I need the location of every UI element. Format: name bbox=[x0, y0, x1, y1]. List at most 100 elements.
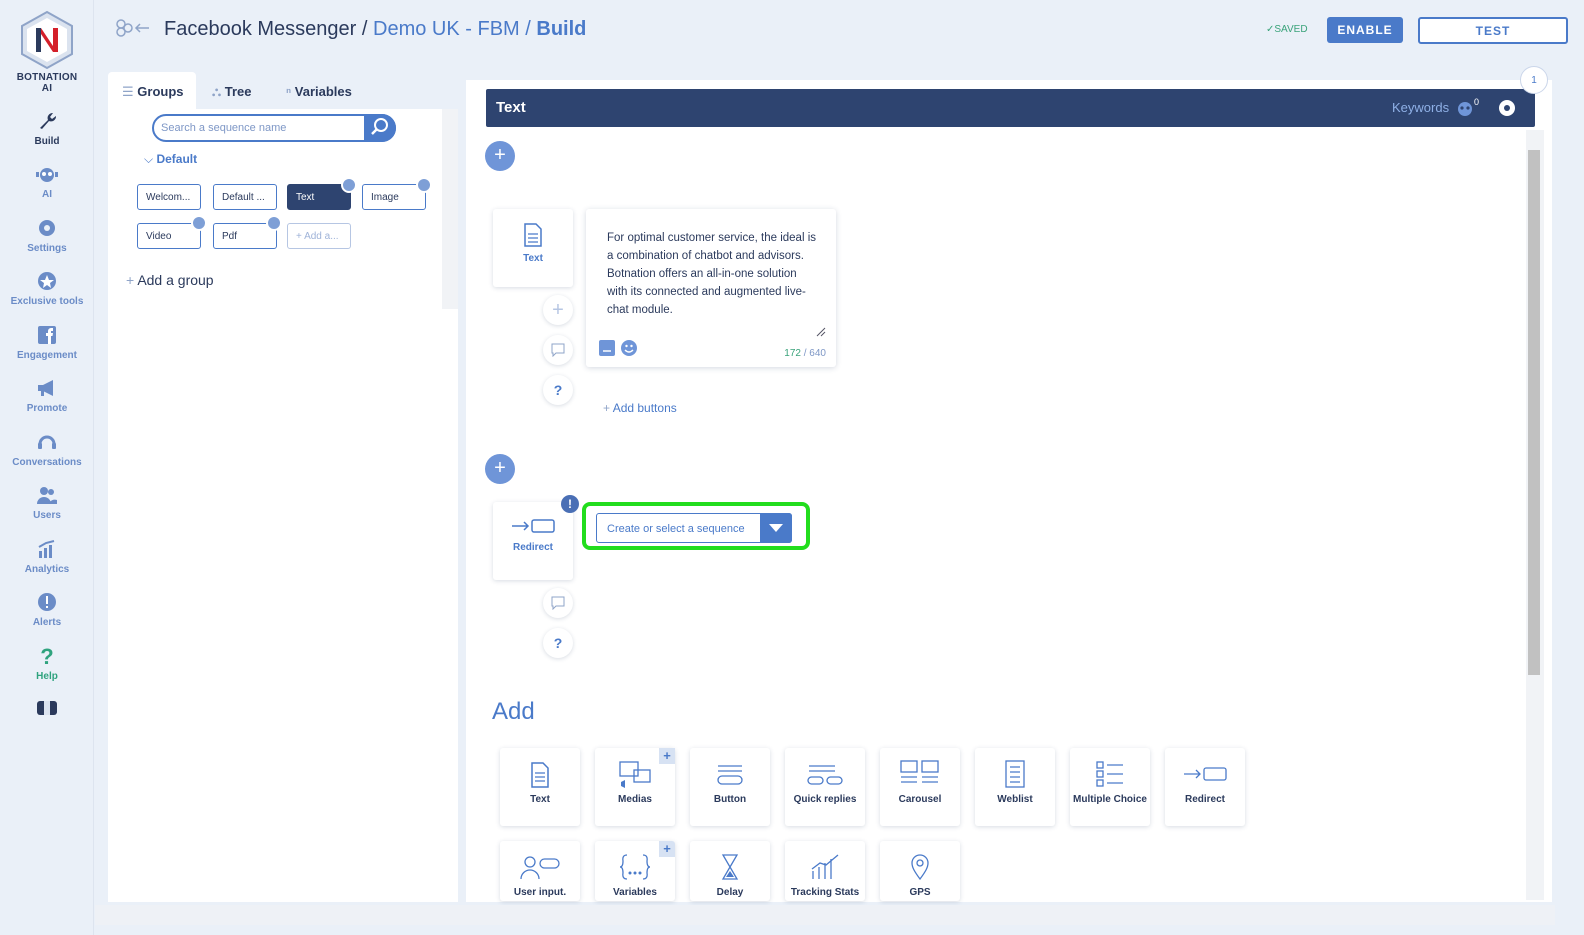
theme-toggle-icon bbox=[37, 701, 57, 715]
add-gps-tile[interactable]: GPS bbox=[880, 841, 960, 901]
breadcrumb-sep: / bbox=[525, 18, 531, 40]
nav-alerts[interactable]: Alerts bbox=[0, 591, 94, 628]
message-text[interactable]: For optimal customer service, the ideal … bbox=[607, 229, 819, 319]
expand-plus-icon[interactable]: + bbox=[659, 841, 675, 857]
add-buttons-link[interactable]: + Add buttons bbox=[603, 401, 677, 415]
group-header-default[interactable]: ⌵ Default bbox=[144, 152, 197, 167]
save-status-label: SAVED bbox=[1274, 24, 1308, 35]
media-icon bbox=[619, 761, 651, 788]
add-tracking-stats-tile[interactable]: Tracking Stats bbox=[785, 841, 865, 901]
scrollbar-thumb[interactable] bbox=[1528, 150, 1540, 675]
sequence-chip[interactable]: Welcom... bbox=[137, 184, 201, 210]
tile-label: Multiple Choice bbox=[1073, 794, 1147, 805]
save-status: ✓SAVED bbox=[1266, 24, 1308, 35]
comment-button[interactable] bbox=[543, 588, 573, 618]
sequence-select[interactable]: Create or select a sequence bbox=[596, 513, 792, 543]
document-icon bbox=[531, 762, 549, 788]
tile-label: Medias bbox=[618, 794, 652, 805]
nav-exclusive-tools[interactable]: Exclusive tools bbox=[0, 270, 94, 307]
add-redirect-tile[interactable]: Redirect bbox=[1165, 748, 1245, 826]
add-medias-tile[interactable]: + Medias bbox=[595, 748, 675, 826]
nav-engagement[interactable]: Engagement bbox=[0, 324, 94, 361]
star-icon bbox=[38, 272, 56, 290]
add-variables-tile[interactable]: + Variables bbox=[595, 841, 675, 901]
comment-button[interactable] bbox=[543, 335, 573, 365]
back-icon[interactable] bbox=[115, 18, 151, 38]
message-editor[interactable]: For optimal customer service, the ideal … bbox=[586, 209, 836, 367]
add-carousel-tile[interactable]: Carousel bbox=[880, 748, 960, 826]
add-button-tile[interactable]: Button bbox=[690, 748, 770, 826]
variable-icon[interactable] bbox=[598, 339, 616, 357]
redirect-block[interactable]: Redirect bbox=[493, 502, 573, 580]
sequence-title: Text bbox=[496, 99, 526, 116]
breadcrumb-bot[interactable]: Demo UK - FBM bbox=[373, 18, 520, 40]
svg-text:?: ? bbox=[40, 645, 53, 667]
sequence-search[interactable]: Search a sequence name bbox=[152, 114, 396, 142]
expand-plus-icon[interactable]: + bbox=[659, 748, 675, 764]
tile-label: Carousel bbox=[898, 794, 942, 805]
group-name: Default bbox=[156, 152, 198, 166]
nav-build[interactable]: Build bbox=[0, 110, 94, 147]
char-max: / 640 bbox=[803, 348, 826, 359]
keywords-count: 0 bbox=[1474, 97, 1480, 107]
link-icon bbox=[191, 215, 207, 231]
help-button[interactable]: ? bbox=[543, 375, 573, 405]
theme-toggle[interactable] bbox=[36, 700, 58, 721]
gear-icon[interactable] bbox=[1497, 98, 1517, 118]
add-group-button[interactable]: + Add a group bbox=[126, 272, 214, 288]
nav-settings[interactable]: Settings bbox=[0, 217, 94, 254]
add-block-button[interactable]: + bbox=[485, 141, 515, 171]
keywords-link[interactable]: Keywords bbox=[1392, 100, 1449, 115]
tab-groups[interactable]: ☰ Groups bbox=[108, 72, 196, 110]
question-icon: ? bbox=[40, 645, 53, 667]
tab-tree[interactable]: ⛬ Tree bbox=[212, 72, 251, 110]
tile-label: GPS bbox=[909, 887, 931, 898]
resize-handle-icon[interactable] bbox=[816, 327, 826, 337]
breadcrumb-channel[interactable]: Facebook Messenger bbox=[164, 18, 356, 40]
add-user-input-tile[interactable]: User input. bbox=[500, 841, 580, 901]
link-icon bbox=[266, 215, 282, 231]
block-label: Text bbox=[523, 253, 543, 264]
add-weblist-tile[interactable]: Weblist bbox=[975, 748, 1055, 826]
add-quick-replies-tile[interactable]: Quick replies bbox=[785, 748, 865, 826]
nav-analytics[interactable]: Analytics bbox=[0, 538, 94, 575]
add-step-button[interactable]: + bbox=[543, 295, 573, 325]
tile-label: Button bbox=[713, 794, 747, 805]
nav-conversations[interactable]: Conversations bbox=[0, 431, 94, 468]
help-button[interactable]: ? bbox=[543, 628, 573, 658]
enable-button[interactable]: ENABLE bbox=[1327, 17, 1403, 43]
tracking-chart-icon bbox=[811, 854, 839, 879]
nav-help[interactable]: ? Help bbox=[0, 645, 94, 682]
horizontal-scrollbar[interactable] bbox=[95, 905, 1555, 925]
add-sequence-chip[interactable]: + Add a... bbox=[287, 223, 351, 249]
panel-scrollbar[interactable] bbox=[442, 109, 458, 309]
add-group-label: Add a group bbox=[137, 272, 214, 288]
tile-label: Weblist bbox=[997, 794, 1033, 805]
robot-icon[interactable] bbox=[1454, 99, 1476, 117]
text-block[interactable]: Text bbox=[493, 209, 573, 287]
sequence-chip[interactable]: Default ... bbox=[213, 184, 277, 210]
robot-icon bbox=[36, 168, 58, 182]
weblist-icon bbox=[1005, 760, 1025, 788]
plus-icon: + bbox=[603, 401, 611, 415]
link-icon bbox=[341, 177, 357, 193]
nav-promote[interactable]: Promote bbox=[0, 377, 94, 414]
nav-label: Build bbox=[34, 136, 60, 147]
add-multiple-choice-tile[interactable]: Multiple Choice bbox=[1070, 748, 1150, 826]
tile-label: Delay bbox=[716, 887, 744, 898]
test-button[interactable]: TEST bbox=[1418, 17, 1568, 44]
search-input[interactable]: Search a sequence name bbox=[161, 122, 286, 134]
dropdown-button[interactable] bbox=[760, 513, 792, 543]
emoji-icon[interactable] bbox=[620, 339, 638, 357]
brand-logo[interactable]: BOTNATION AI bbox=[12, 10, 82, 94]
nav-users[interactable]: Users bbox=[0, 484, 94, 521]
search-button[interactable] bbox=[364, 114, 396, 142]
nav-label: Promote bbox=[26, 403, 68, 414]
tab-variables[interactable]: ⁿ Variables bbox=[286, 72, 352, 110]
add-block-button[interactable]: + bbox=[485, 454, 515, 484]
main-scrollbar[interactable] bbox=[1526, 130, 1544, 900]
add-text-tile[interactable]: Text bbox=[500, 748, 580, 826]
nav-ai[interactable]: AI bbox=[0, 163, 94, 200]
plus-icon: + bbox=[296, 231, 302, 242]
add-delay-tile[interactable]: Delay bbox=[690, 841, 770, 901]
